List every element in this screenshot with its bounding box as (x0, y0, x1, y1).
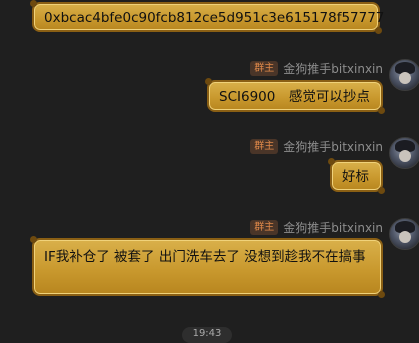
message-bubble[interactable]: 0xbcac4bfe0c90fcb812ce5d951c3e615178f577… (30, 0, 384, 34)
timestamp-divider: 19:43 (182, 327, 232, 343)
message-header: 群主 金狗推手bitxinxin (250, 218, 383, 236)
sender-avatar[interactable] (389, 218, 419, 250)
message-text: 好标 (342, 169, 369, 185)
owner-badge: 群主 (250, 138, 279, 154)
owner-badge: 群主 (250, 219, 279, 235)
message-bubble[interactable]: IF我补仓了 被套了 出门洗车去了 没想到趁我不在搞事 (30, 236, 385, 298)
sender-avatar[interactable] (389, 59, 419, 91)
owner-badge: 群主 (250, 60, 279, 76)
message-header: 群主 金狗推手bitxinxin (250, 137, 383, 155)
message-text: IF我补仓了 被套了 出门洗车去了 没想到趁我不在搞事 (44, 249, 366, 265)
sender-avatar[interactable] (389, 137, 419, 169)
message-bubble[interactable]: SCI6900 感觉可以抄点 (205, 78, 385, 114)
message-bubble[interactable]: 好标 (328, 158, 385, 194)
message-text: 0xbcac4bfe0c90fcb812ce5d951c3e615178f577… (44, 10, 385, 26)
sender-name[interactable]: 金狗推手bitxinxin (283, 60, 383, 77)
message-header: 群主 金狗推手bitxinxin (250, 59, 383, 77)
sender-name[interactable]: 金狗推手bitxinxin (283, 219, 383, 236)
sender-name[interactable]: 金狗推手bitxinxin (283, 138, 383, 155)
message-text: SCI6900 感觉可以抄点 (219, 89, 370, 105)
